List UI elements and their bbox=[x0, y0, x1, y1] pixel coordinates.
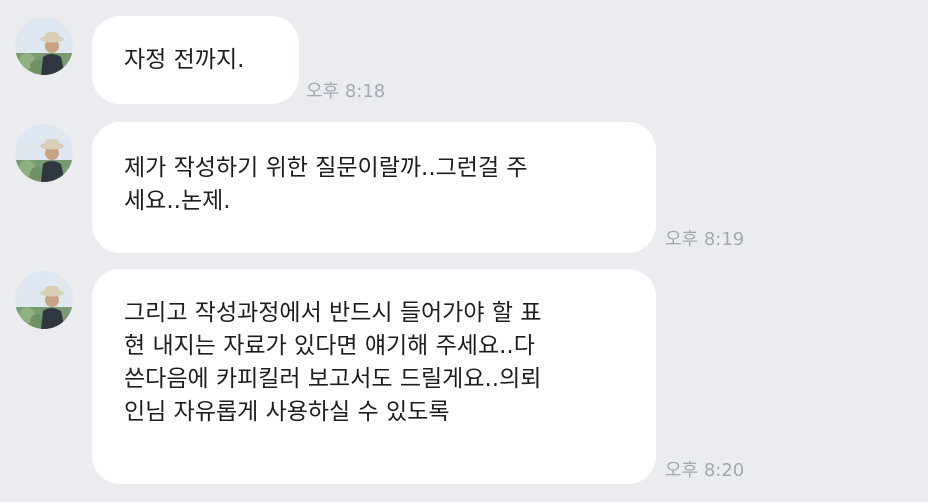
message-bubble[interactable]: 제가 작성하기 위한 질문이랄까..그런걸 주 세요..논제. bbox=[92, 122, 656, 253]
avatar[interactable] bbox=[15, 17, 73, 75]
message-text: 쓴다음에 카피킬러 보고서도 드릴게요..의뢰 bbox=[124, 366, 542, 392]
avatar-image bbox=[15, 124, 73, 182]
avatar-image bbox=[15, 271, 73, 329]
avatar-image bbox=[15, 17, 73, 75]
message-text: 세요..논제. bbox=[124, 188, 231, 214]
avatar[interactable] bbox=[15, 124, 73, 182]
message-text: 제가 작성하기 위한 질문이랄까..그런걸 주 bbox=[124, 155, 528, 181]
message-timestamp: 오후 8:20 bbox=[665, 460, 745, 481]
message-text: 인님 자유롭게 사용하실 수 있도록 bbox=[124, 399, 450, 425]
message-text: 현 내지는 자료가 있다면 얘기해 주세요..다 bbox=[124, 333, 535, 359]
message-text: 자정 전까지. bbox=[124, 47, 245, 73]
message-timestamp: 오후 8:19 bbox=[665, 229, 745, 250]
message-timestamp: 오후 8:18 bbox=[306, 81, 386, 102]
avatar[interactable] bbox=[15, 271, 73, 329]
message-bubble[interactable]: 자정 전까지. bbox=[92, 16, 299, 104]
message-text: 그리고 작성과정에서 반드시 들어가야 할 표 bbox=[124, 300, 542, 326]
message-bubble[interactable]: 그리고 작성과정에서 반드시 들어가야 할 표 현 내지는 자료가 있다면 얘기… bbox=[92, 269, 656, 484]
